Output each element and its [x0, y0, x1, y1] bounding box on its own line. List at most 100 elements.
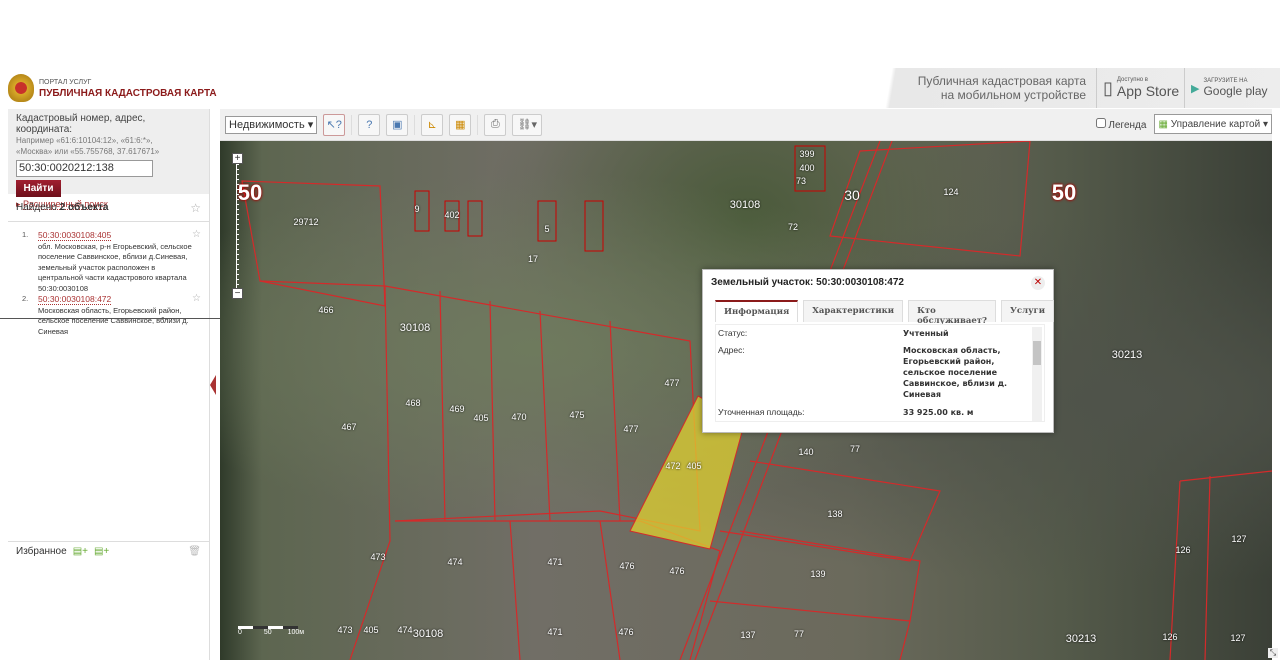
- map-label: 127: [1230, 633, 1246, 643]
- map-label: 77: [849, 444, 861, 454]
- result-address: обл. Московская, р-н Егорьевский, сельск…: [38, 241, 192, 293]
- apple-phone-icon: ▯: [1103, 77, 1113, 98]
- map-control-label: Управление картой: [1170, 118, 1261, 130]
- result-link[interactable]: 50:30:0030108:472: [38, 294, 112, 305]
- add-folder-icon[interactable]: ▤+: [94, 546, 109, 557]
- map-label: 127: [1231, 534, 1247, 544]
- tab-services[interactable]: Услуги: [1001, 300, 1055, 322]
- map-label: 405: [473, 413, 489, 423]
- measure-area-icon[interactable]: ▦: [449, 113, 472, 136]
- star-icon[interactable]: ☆: [192, 293, 201, 305]
- results-count: Найдено 2 объекта: [16, 202, 108, 213]
- map-label: 477: [664, 378, 680, 388]
- map-label: 140: [798, 447, 814, 457]
- popup-content: Статус: Учтенный Адрес: Московская облас…: [715, 324, 1045, 422]
- item-number: 1.: [22, 230, 29, 239]
- popup-scrollbar[interactable]: [1032, 327, 1042, 421]
- map-label: 30108: [729, 199, 761, 211]
- map-label: 469: [449, 404, 465, 414]
- house-parcel: [467, 200, 483, 237]
- scale-tick: 0: [238, 629, 242, 636]
- search-hint-2: «Москва» или «55.755768, 37.617671»: [16, 147, 160, 156]
- map-label: 471: [547, 557, 563, 567]
- tab-characteristics[interactable]: Характеристики: [803, 300, 904, 322]
- mobile-text: Публичная кадастровая карта на мобильном …: [918, 74, 1096, 102]
- map-label: 30: [844, 187, 860, 203]
- appstore-button[interactable]: ▯ Доступно в App Store: [1096, 68, 1184, 108]
- map-control-dropdown[interactable]: ▦ Управление картой ▾: [1154, 114, 1272, 134]
- zoom-in-button[interactable]: +: [232, 153, 243, 164]
- legend-checkbox-input[interactable]: [1095, 117, 1106, 128]
- print-icon[interactable]: ⎙: [484, 113, 507, 136]
- info-box-icon[interactable]: ▣: [386, 113, 409, 136]
- map-label: 467: [341, 422, 357, 432]
- status-label: Статус:: [718, 328, 748, 338]
- parcel-boundary: [259, 280, 391, 660]
- area-identify-icon[interactable]: ?: [358, 113, 381, 136]
- link-icon[interactable]: ⛓▾: [512, 113, 543, 136]
- result-link[interactable]: 50:30:0030108:405: [38, 230, 112, 241]
- map-label: 137: [740, 630, 756, 640]
- scrollbar-thumb[interactable]: [1033, 341, 1041, 365]
- list-item: 2. 50:30:0030108:472 ☆ Московская область, …: [20, 293, 201, 337]
- identify-tool-icon[interactable]: ↖?: [323, 113, 346, 136]
- divider: [477, 114, 479, 135]
- map-label: 5: [544, 224, 550, 234]
- gplay-label: Google play: [1203, 84, 1268, 98]
- play-icon: ▶: [1191, 82, 1200, 95]
- map-label: 473: [370, 552, 386, 562]
- portal-label: ПОРТАЛ УСЛУГ: [39, 79, 92, 86]
- address-value: Московская область, Егорьевский район, с…: [903, 346, 1008, 399]
- area-label: Уточненная площадь:: [718, 407, 805, 417]
- tab-information[interactable]: Информация: [715, 300, 799, 322]
- resize-handle-icon[interactable]: ⤡: [1268, 648, 1278, 658]
- measure-length-icon[interactable]: ⊾: [421, 113, 444, 136]
- mobile-line1: Публичная кадастровая карта: [917, 74, 1086, 88]
- map-label: 473: [337, 625, 353, 635]
- coat-of-arms-logo: [8, 74, 34, 102]
- parcel-boundary: [395, 520, 721, 660]
- zoom-out-button[interactable]: −: [232, 288, 243, 299]
- search-input[interactable]: 50:30:0020212:138: [16, 160, 153, 177]
- map-label: 126: [1175, 545, 1191, 555]
- popup-tabs: Информация Характеристики Кто обслуживае…: [715, 300, 1055, 326]
- googleplay-button[interactable]: ▶ ЗАГРУЗИТЕ НА Google play: [1184, 68, 1280, 108]
- map-label: 50: [1051, 180, 1077, 205]
- appstore-label: App Store: [1116, 83, 1180, 99]
- trash-icon[interactable]: 🗑: [188, 546, 201, 557]
- star-icon[interactable]: ☆: [190, 201, 201, 215]
- map-label: 30213: [1065, 633, 1097, 645]
- search-label: Кадастровый номер, адрес, координата:: [16, 113, 146, 135]
- map-label: 476: [669, 566, 685, 576]
- zoom-slider[interactable]: [236, 164, 239, 288]
- found-count: 2 объекта: [59, 202, 109, 213]
- close-icon[interactable]: ✕: [1031, 276, 1045, 290]
- map-label: 139: [810, 569, 826, 579]
- legend-checkbox[interactable]: Легенда: [1095, 117, 1146, 131]
- map-label: 402: [444, 210, 460, 220]
- tab-who-serves[interactable]: Кто обслуживает?: [908, 300, 997, 326]
- search-panel: Кадастровый номер, адрес, координата: На…: [8, 109, 209, 210]
- map-label: 477: [623, 424, 639, 434]
- map-label: 474: [447, 557, 463, 567]
- popup-title: Земельный участок: 50:30:0030108:472: [711, 277, 904, 288]
- add-favorite-icon[interactable]: ▤+: [73, 546, 88, 557]
- favorites-bar: Избранное ▤+ ▤+ 🗑: [8, 541, 209, 561]
- site-title[interactable]: ПУБЛИЧНАЯ КАДАСТРОВАЯ КАРТА: [39, 88, 217, 99]
- map-label: 30108: [399, 322, 431, 334]
- layer-select[interactable]: Недвижимость ▾: [225, 115, 318, 134]
- map-label: 9: [414, 204, 420, 214]
- toolbar-right: Легенда ▦ Управление картой ▾: [1095, 114, 1272, 134]
- parcel-boundary: [241, 180, 386, 307]
- star-icon[interactable]: ☆: [192, 229, 201, 241]
- scale-tick: 100м: [287, 629, 305, 636]
- map-label: 476: [619, 561, 635, 571]
- collapse-sidebar-handle[interactable]: [210, 375, 216, 395]
- search-button[interactable]: Найти: [16, 180, 61, 197]
- scale-tick: 50: [263, 629, 272, 636]
- favorites-label: Избранное: [16, 546, 67, 557]
- sidebar: Кадастровый номер, адрес, координата: На…: [8, 109, 210, 660]
- result-address: Московская область, Егорьевский район, с…: [38, 305, 189, 336]
- grid-icon: ▦: [1158, 118, 1168, 130]
- map-label: 470: [511, 412, 527, 422]
